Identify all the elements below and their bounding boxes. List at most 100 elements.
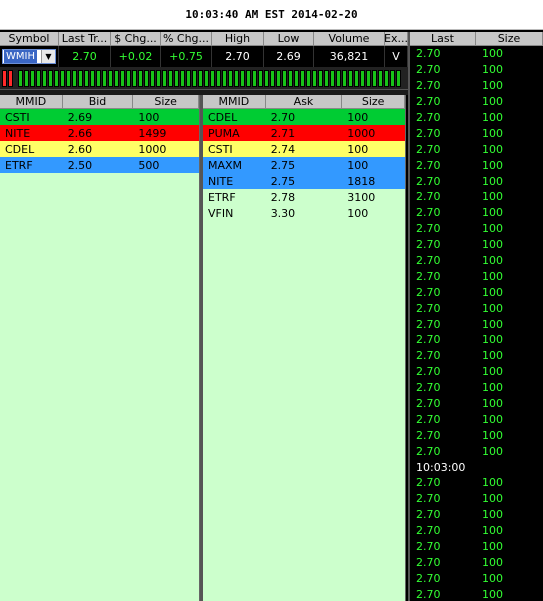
ts-size: 100: [482, 301, 503, 315]
ts-size: 100: [482, 254, 503, 268]
ts-header-size[interactable]: Size: [476, 32, 543, 46]
col-header-dollar-change[interactable]: $ Chg...: [111, 32, 161, 46]
tick-green: [186, 69, 191, 87]
symbol-value[interactable]: WMIH: [4, 50, 37, 63]
exchange-value: V: [385, 46, 408, 67]
ts-price: 2.70: [416, 571, 441, 585]
ts-size: 100: [482, 555, 503, 569]
symbol-select[interactable]: WMIH ▼: [2, 49, 56, 64]
bid-row[interactable]: CSTI 2.69 100: [0, 109, 199, 125]
ts-price: 2.70: [416, 381, 441, 395]
ts-row: 2.70 100: [410, 189, 543, 205]
tick-green: [330, 69, 335, 87]
tick-green: [78, 69, 83, 87]
low-value: 2.69: [264, 46, 314, 67]
tick-green: [120, 69, 125, 87]
ts-size: 100: [482, 349, 503, 363]
bid-mmid: NITE: [5, 126, 31, 140]
tick-green: [216, 69, 221, 87]
tick-green: [180, 69, 185, 87]
col-header-percent-change[interactable]: % Chg...: [161, 32, 212, 46]
ts-size: 100: [482, 365, 503, 379]
ts-price: 2.70: [416, 269, 441, 283]
ts-row: 2.70 100: [410, 555, 543, 571]
bid-size: 1000: [138, 142, 167, 156]
tick-green: [144, 69, 149, 87]
ask-row[interactable]: ETRF 2.78 3100: [203, 189, 405, 205]
col-header-symbol[interactable]: Symbol: [0, 32, 59, 46]
bid-header-mmid[interactable]: MMID: [0, 95, 63, 109]
ts-size: 100: [482, 47, 503, 61]
ask-mmid: ETRF: [208, 190, 236, 204]
ts-header-last[interactable]: Last: [410, 32, 476, 46]
ts-row: 2.70 100: [410, 62, 543, 78]
tick-green: [312, 69, 317, 87]
ts-price: 2.70: [416, 397, 441, 411]
ask-size: 100: [347, 110, 369, 124]
ts-price: 2.70: [416, 190, 441, 204]
bid-size: 1499: [138, 126, 167, 140]
col-header-volume[interactable]: Volume: [314, 32, 385, 46]
ask-price: 2.75: [270, 174, 296, 188]
chevron-down-icon[interactable]: ▼: [41, 50, 55, 63]
bid-row[interactable]: NITE 2.66 1499: [0, 125, 199, 141]
ask-row[interactable]: PUMA 2.71 1000: [203, 125, 405, 141]
ts-row: 2.70 100: [410, 316, 543, 332]
ask-row[interactable]: MAXM 2.75 100: [203, 157, 405, 173]
bid-mmid: ETRF: [5, 158, 33, 172]
tick-red: [8, 69, 13, 87]
tick-green: [114, 69, 119, 87]
tick-green: [264, 69, 269, 87]
tick-green: [246, 69, 251, 87]
ask-price: 2.71: [270, 126, 296, 140]
bid-rows: CSTI 2.69 100 NITE 2.66 1499 CDEL 2.60 1000 ETRF 2…: [0, 109, 199, 173]
tick-green: [318, 69, 323, 87]
bid-price: 2.60: [67, 142, 93, 156]
col-header-last-trade[interactable]: Last Tr...: [59, 32, 111, 46]
ts-price: 2.70: [416, 555, 441, 569]
ask-header-mmid[interactable]: MMID: [203, 95, 266, 109]
col-header-exchange[interactable]: Ex...: [385, 32, 408, 46]
ask-price: 2.74: [270, 142, 296, 156]
quote-header-row: Symbol Last Tr... $ Chg... % Chg... High…: [0, 32, 408, 46]
ts-price: 2.70: [416, 428, 441, 442]
ask-row[interactable]: VFIN 3.30 100: [203, 205, 405, 221]
tick-green: [198, 69, 203, 87]
ts-row: 2.70 100: [410, 141, 543, 157]
tick-green: [366, 69, 371, 87]
ask-row[interactable]: CDEL 2.70 100: [203, 109, 405, 125]
tick-green: [252, 69, 257, 87]
tick-green: [378, 69, 383, 87]
tick-green: [276, 69, 281, 87]
ts-price: 2.70: [416, 333, 441, 347]
col-header-high[interactable]: High: [212, 32, 264, 46]
bid-row[interactable]: CDEL 2.60 1000: [0, 141, 199, 157]
tick-green: [108, 69, 113, 87]
ts-price: 2.70: [416, 142, 441, 156]
bid-header-size[interactable]: Size: [133, 95, 199, 109]
ask-header-size[interactable]: Size: [342, 95, 405, 109]
tick-green: [396, 69, 401, 87]
ts-size: 100: [482, 190, 503, 204]
ts-row: 2.70 100: [410, 507, 543, 523]
ts-row: 2.70 100: [410, 570, 543, 586]
tick-green: [30, 69, 35, 87]
ts-row: 2.70 100: [410, 539, 543, 555]
col-header-low[interactable]: Low: [264, 32, 314, 46]
ask-row[interactable]: CSTI 2.74 100: [203, 141, 405, 157]
bid-header-price[interactable]: Bid: [62, 95, 134, 109]
ts-row: 2.70 100: [410, 348, 543, 364]
ask-row[interactable]: NITE 2.75 1818: [203, 173, 405, 189]
ask-size: 100: [347, 142, 369, 156]
ts-row: 2.70 100: [410, 78, 543, 94]
ask-header-price[interactable]: Ask: [265, 95, 343, 109]
last-trade-value: 2.70: [59, 46, 111, 67]
bid-row[interactable]: ETRF 2.50 500: [0, 157, 199, 173]
bid-size: 100: [138, 110, 160, 124]
tick-green: [156, 69, 161, 87]
ask-rows: CDEL 2.70 100 PUMA 2.71 1000 CSTI 2.74 100 MAXM 2.…: [203, 109, 405, 221]
symbol-cell: WMIH ▼: [0, 46, 59, 67]
tick-green: [210, 69, 215, 87]
ts-size: 100: [482, 269, 503, 283]
tick-green: [348, 69, 353, 87]
